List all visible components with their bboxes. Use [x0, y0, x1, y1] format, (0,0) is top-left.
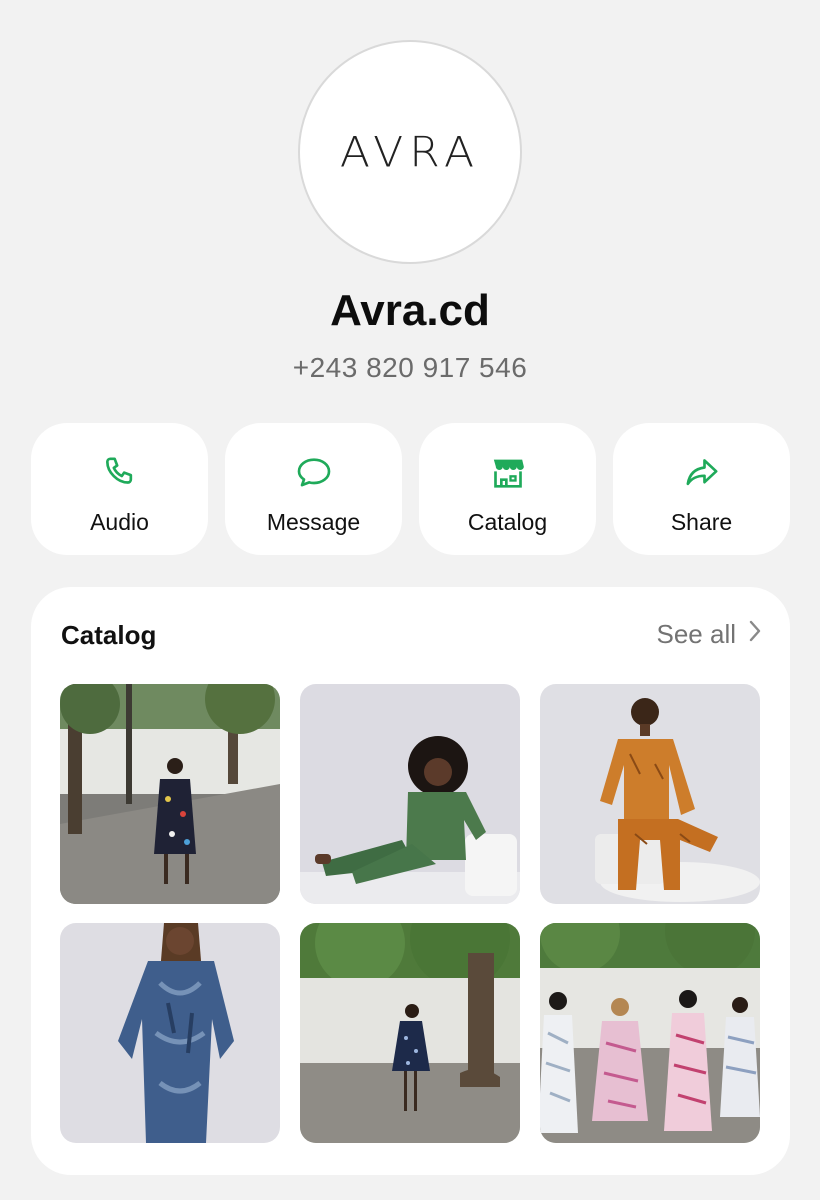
catalog-grid — [60, 684, 760, 1143]
catalog-item[interactable] — [300, 684, 520, 904]
product-photo — [300, 684, 520, 904]
contact-name: Avra.cd — [330, 286, 490, 335]
catalog-section-title: Catalog — [61, 620, 157, 650]
chevron-right-icon — [748, 619, 762, 650]
product-photo — [60, 684, 280, 904]
catalog-item[interactable] — [540, 684, 760, 904]
catalog-item[interactable] — [300, 923, 520, 1143]
share-button-label: Share — [670, 509, 733, 535]
storefront-icon — [488, 453, 528, 493]
message-button-label: Message — [266, 509, 361, 535]
audio-button-label: Audio — [90, 509, 149, 535]
product-photo — [540, 923, 760, 1143]
catalog-item[interactable] — [60, 923, 280, 1143]
message-button[interactable]: Message — [225, 423, 402, 555]
share-arrow-icon — [682, 453, 722, 493]
product-photo — [60, 923, 280, 1143]
action-buttons-row: Audio Message Catalog Share — [31, 423, 790, 555]
see-all-link[interactable]: See all — [657, 619, 763, 650]
catalog-section: Catalog See all — [31, 587, 790, 1175]
catalog-item[interactable] — [540, 923, 760, 1143]
see-all-label: See all — [656, 619, 737, 649]
message-bubble-icon — [294, 453, 334, 493]
catalog-button[interactable]: Catalog — [419, 423, 596, 555]
product-photo — [300, 923, 520, 1143]
share-button[interactable]: Share — [613, 423, 790, 555]
phone-icon — [100, 453, 140, 493]
catalog-button-label: Catalog — [467, 509, 548, 535]
audio-button[interactable]: Audio — [31, 423, 208, 555]
product-photo — [540, 684, 760, 904]
avatar-logo-text: AVRA — [339, 127, 481, 177]
contact-phone: +243 820 917 546 — [292, 352, 528, 383]
catalog-item[interactable] — [60, 684, 280, 904]
profile-avatar[interactable]: AVRA — [298, 40, 522, 264]
contact-info-screen: AVRA Avra.cd +243 820 917 546 Audio Mess… — [0, 0, 820, 1200]
